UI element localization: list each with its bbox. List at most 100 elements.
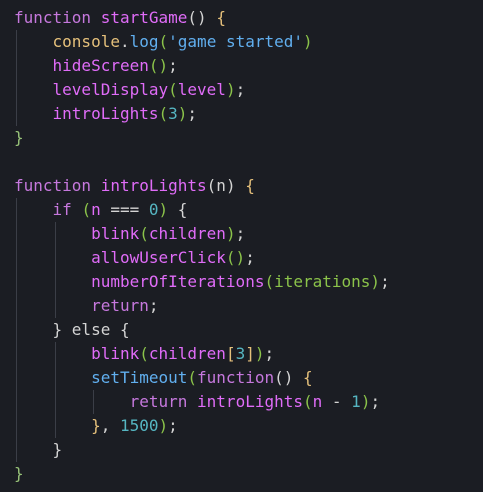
code-line[interactable]: }: [14, 438, 483, 462]
code-token: ): [177, 104, 188, 123]
code-token: ===: [110, 200, 149, 219]
code-line[interactable]: function startGame() {: [14, 6, 483, 30]
code-token: (: [158, 104, 169, 123]
code-line[interactable]: [14, 150, 483, 174]
code-token: (: [187, 368, 198, 387]
code-token: (: [139, 344, 149, 363]
code-line[interactable]: levelDisplay(level);: [14, 78, 483, 102]
indent-guide: [16, 366, 17, 390]
indent-guide: [16, 414, 17, 438]
code-token: ;: [380, 272, 390, 291]
code-token: } else {: [52, 320, 130, 339]
indent-guide: [16, 198, 17, 222]
indent-guide: [16, 78, 17, 102]
indent-guide: [16, 222, 17, 246]
code-token: 3: [168, 104, 178, 123]
code-line[interactable]: introLights(3);: [14, 102, 483, 126]
indent-guide: [54, 342, 56, 366]
code-token: if: [52, 200, 72, 219]
code-token: function: [14, 176, 92, 195]
code-token: (: [303, 392, 313, 411]
code-line[interactable]: if (n === 0) {: [14, 198, 483, 222]
indent-guide: [54, 270, 56, 294]
code-token: ): [370, 272, 381, 291]
indent-guide: [16, 102, 17, 126]
code-token: ): [158, 416, 169, 435]
code-line[interactable]: console.log('game started'): [14, 30, 483, 54]
indent-guide: [16, 30, 17, 54]
code-token: ;: [168, 56, 178, 75]
code-token: log: [129, 32, 159, 51]
code-token: 1: [351, 392, 361, 411]
code-token: blink: [91, 344, 140, 363]
code-token: function: [14, 8, 92, 27]
indent-guide: [16, 294, 17, 318]
indent-guide: [54, 246, 56, 270]
code-line[interactable]: blink(children[3]);: [14, 342, 483, 366]
code-line[interactable]: numberOfIterations(iterations);: [14, 270, 483, 294]
code-token: ;: [370, 392, 381, 411]
code-token: return: [91, 296, 149, 315]
code-token: console: [52, 32, 120, 51]
code-line[interactable]: }: [14, 126, 483, 150]
code-line[interactable]: }, 1500);: [14, 414, 483, 438]
code-token: ;: [148, 296, 159, 315]
indent-guide: [16, 318, 17, 342]
code-token: ;: [235, 80, 246, 99]
code-token: levelDisplay: [52, 80, 169, 99]
code-line[interactable]: hideScreen();: [14, 54, 483, 78]
code-token: blink: [91, 224, 140, 243]
code-token: setTimeout: [91, 368, 188, 387]
indent-guide: [16, 270, 17, 294]
code-token: ): [254, 344, 265, 363]
code-token: 1500: [119, 416, 159, 435]
code-line[interactable]: return introLights(n - 1);: [14, 390, 483, 414]
code-token: introLights: [100, 176, 207, 195]
code-token: function: [197, 368, 275, 387]
code-token: n: [312, 392, 332, 411]
code-token: children: [148, 344, 226, 363]
code-line[interactable]: blink(children);: [14, 222, 483, 246]
indent-guide: [54, 390, 56, 414]
code-token: ): [225, 224, 236, 243]
code-token: 'game started': [168, 32, 304, 51]
code-token: ): [158, 200, 169, 219]
code-token: (): [187, 8, 217, 27]
code-token: numberOfIterations: [91, 272, 265, 291]
code-line[interactable]: function introLights(n) {: [14, 174, 483, 198]
code-token: }: [91, 416, 101, 435]
code-token: children: [148, 224, 226, 243]
code-token: n: [91, 200, 111, 219]
code-line[interactable]: } else {: [14, 318, 483, 342]
code-editor[interactable]: function startGame() { console.log('game…: [0, 0, 483, 492]
code-token: }: [14, 128, 24, 147]
code-token: ;: [235, 224, 246, 243]
code-line[interactable]: setTimeout(function() {: [14, 366, 483, 390]
code-token: return: [129, 392, 188, 411]
code-token: ): [225, 80, 236, 99]
code-token: (): [225, 248, 246, 267]
indent-guide: [93, 390, 95, 414]
code-line[interactable]: return;: [14, 294, 483, 318]
code-token: (: [81, 200, 92, 219]
indent-guide: [54, 222, 56, 246]
code-line[interactable]: }: [14, 462, 483, 486]
code-token: level: [177, 80, 226, 99]
code-line[interactable]: allowUserClick();: [14, 246, 483, 270]
code-token: (: [158, 32, 169, 51]
code-token: {: [216, 8, 226, 27]
